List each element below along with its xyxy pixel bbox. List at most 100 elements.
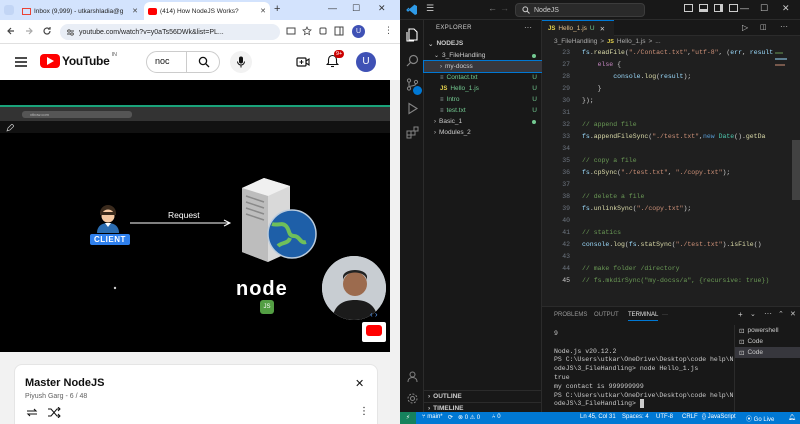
shuffle-icon[interactable] bbox=[47, 407, 61, 418]
win-close[interactable]: ✕ bbox=[782, 3, 790, 14]
new-tab-button[interactable]: + bbox=[274, 3, 280, 15]
new-terminal-icon[interactable]: + bbox=[738, 310, 743, 319]
explorer-more-button[interactable]: ··· bbox=[524, 23, 532, 32]
tree-item[interactable]: JS Hello_1.js U bbox=[424, 83, 542, 94]
layout-toggle-icons[interactable] bbox=[684, 4, 738, 12]
go-live-button[interactable]: ⦿ Go Live bbox=[746, 414, 774, 423]
tree-item[interactable]: › my-docss bbox=[423, 60, 543, 73]
split-editor-icon[interactable]: ◫ bbox=[760, 23, 767, 31]
browser-menu-icon[interactable]: ⋮ bbox=[384, 25, 393, 36]
code-line[interactable]: fs.cpSync("./test.txt", "./copy.txt"); bbox=[582, 168, 730, 178]
minimap[interactable] bbox=[774, 48, 788, 88]
line-ending[interactable]: CRLF bbox=[682, 414, 698, 420]
toggle-secondary-icon[interactable] bbox=[714, 4, 723, 12]
indentation[interactable]: Spaces: 4 bbox=[622, 414, 649, 420]
nav-forward-icon[interactable]: → bbox=[500, 3, 509, 13]
git-branch[interactable]: ⑂ main* bbox=[422, 414, 443, 420]
encoding[interactable]: UTF-8 bbox=[656, 414, 673, 420]
playlist-title[interactable]: Master NodeJS bbox=[25, 377, 104, 389]
address-bar[interactable]: youtube.com/watch?v=y0aTs56DWk&list=PL..… bbox=[60, 24, 280, 40]
reload-icon[interactable] bbox=[42, 26, 52, 36]
cursor-position[interactable]: Ln 45, Col 31 bbox=[580, 414, 616, 420]
page-scrollbar[interactable] bbox=[390, 80, 400, 424]
code-line[interactable]: console.log(fs.statSync("./test.txt").is… bbox=[582, 240, 762, 250]
sync-icon[interactable]: ⟳ bbox=[448, 414, 453, 421]
editor-tab-hello-js[interactable]: JS Hello_1.js U ✕ bbox=[542, 20, 614, 36]
extensions-icon[interactable] bbox=[318, 26, 328, 36]
explorer-icon[interactable] bbox=[406, 28, 419, 42]
code-line[interactable]: fs.appendFileSync("./test.txt",new Date(… bbox=[582, 132, 765, 142]
nav-back-icon[interactable]: ← bbox=[488, 3, 497, 13]
playlist-more-button[interactable]: ⋮ bbox=[359, 406, 369, 417]
cast-icon[interactable] bbox=[286, 26, 296, 36]
profile-avatar[interactable]: U bbox=[352, 25, 365, 38]
loop-icon[interactable] bbox=[25, 407, 39, 418]
code-area[interactable]: 23 fs.readFile("./Contact.txt","utf-8", (… bbox=[542, 48, 788, 306]
video-nav-arrows[interactable]: ‹ › bbox=[370, 310, 378, 319]
panel-more-icon[interactable]: ··· bbox=[764, 309, 772, 318]
terminal-instance[interactable]: ⊡ powershell bbox=[735, 325, 800, 336]
tree-item[interactable]: ≡ Contact.txt U bbox=[424, 72, 542, 83]
playlist-channel[interactable]: Piyush Garg bbox=[25, 393, 64, 400]
close-icon[interactable]: ✕ bbox=[132, 7, 138, 15]
toggle-sidebar-icon[interactable] bbox=[684, 4, 693, 12]
code-line[interactable]: // append file bbox=[582, 120, 637, 130]
tab-more[interactable]: ··· bbox=[662, 312, 668, 318]
code-line[interactable]: fs.unlinkSync("./copy.txt"); bbox=[582, 204, 691, 214]
editor-scrollbar[interactable] bbox=[792, 140, 800, 200]
voice-search-button[interactable] bbox=[230, 51, 252, 73]
youtube-account-avatar[interactable]: U bbox=[356, 52, 376, 72]
sidepanel-icon[interactable] bbox=[334, 26, 344, 36]
code-line[interactable]: // statics bbox=[582, 228, 621, 238]
video-player[interactable]: xtbow.com CLIENT Request node JS ‹ › bbox=[0, 80, 390, 352]
tab-problems[interactable]: PROBLEMS bbox=[554, 312, 587, 318]
back-icon[interactable] bbox=[6, 26, 16, 36]
subscribe-watermark[interactable] bbox=[362, 322, 386, 342]
tab-terminal[interactable]: TERMINAL bbox=[628, 312, 659, 321]
code-line[interactable]: // make folder /directory bbox=[582, 264, 680, 274]
hamburger-menu-icon[interactable] bbox=[14, 56, 28, 68]
terminal-dropdown-icon[interactable]: ⌄ bbox=[750, 310, 756, 318]
tab-output[interactable]: OUTPUT bbox=[594, 312, 619, 318]
remote-indicator[interactable]: ⚡ bbox=[400, 412, 416, 424]
command-center[interactable]: NodeJS bbox=[515, 3, 645, 17]
bookmark-star-icon[interactable] bbox=[302, 26, 312, 36]
problems-count[interactable]: ⊗ 0 ⚠ 0 bbox=[458, 414, 480, 421]
toggle-panel-icon[interactable] bbox=[699, 4, 708, 12]
terminal-instance[interactable]: ⊡ Code bbox=[735, 347, 800, 358]
run-file-icon[interactable]: ▷ bbox=[742, 23, 748, 32]
breadcrumbs[interactable]: 3_FileHandling > JS Hello_1.js > ... bbox=[542, 36, 800, 47]
language-mode[interactable]: {} JavaScript bbox=[702, 414, 736, 420]
account-icon[interactable] bbox=[406, 370, 419, 383]
close-window-button[interactable]: ✕ bbox=[378, 3, 386, 14]
run-debug-icon[interactable] bbox=[406, 102, 419, 115]
outline-section[interactable]: › OUTLINE bbox=[424, 390, 542, 401]
site-info-icon[interactable] bbox=[66, 28, 75, 37]
tree-item[interactable]: ≡ Intro U bbox=[424, 94, 542, 105]
search-button[interactable] bbox=[186, 51, 220, 73]
tree-item[interactable]: › Modules_2 bbox=[424, 127, 542, 138]
win-minimize[interactable]: — bbox=[740, 3, 749, 13]
tree-item[interactable]: ⌄ 3_FileHandling bbox=[424, 50, 542, 61]
browser-tab-gmail[interactable]: Inbox (9,999) - utkarshladia@g ✕ bbox=[18, 2, 142, 20]
minimize-button[interactable]: — bbox=[328, 3, 337, 13]
breadcrumb-folder[interactable]: 3_FileHandling bbox=[554, 38, 597, 45]
notifications-button[interactable]: 9+ bbox=[326, 50, 345, 70]
menu-icon[interactable]: ☰ bbox=[426, 3, 434, 14]
youtube-logo[interactable]: YouTube IN bbox=[40, 52, 117, 68]
root-folder-nodejs[interactable]: ⌄ NODEJS bbox=[424, 38, 542, 49]
manage-gear-icon[interactable] bbox=[406, 392, 419, 405]
terminal-output[interactable]: 9 Node.js v20.12.2 PS C:\Users\utkar\OneDr… bbox=[542, 329, 734, 413]
close-icon[interactable]: ✕ bbox=[600, 25, 605, 33]
breadcrumb-file[interactable]: Hello_1.js bbox=[617, 38, 646, 45]
terminal-instance[interactable]: ⊡ Code bbox=[735, 336, 800, 347]
editor-more-icon[interactable]: ··· bbox=[780, 22, 788, 31]
search-icon[interactable] bbox=[406, 54, 419, 67]
playlist-close-button[interactable]: ✕ bbox=[355, 377, 364, 390]
browser-tab-youtube[interactable]: (414) How NodeJS Works? ✕ bbox=[144, 2, 270, 20]
ports-count[interactable]: ⑃ 0 bbox=[492, 414, 501, 420]
code-line[interactable]: fs.readFile("./Contact.txt","utf-8", (er… bbox=[582, 48, 773, 58]
code-line[interactable]: console.log(result); bbox=[582, 72, 691, 82]
code-line[interactable]: }); bbox=[582, 96, 594, 106]
code-line[interactable]: } bbox=[582, 84, 602, 94]
